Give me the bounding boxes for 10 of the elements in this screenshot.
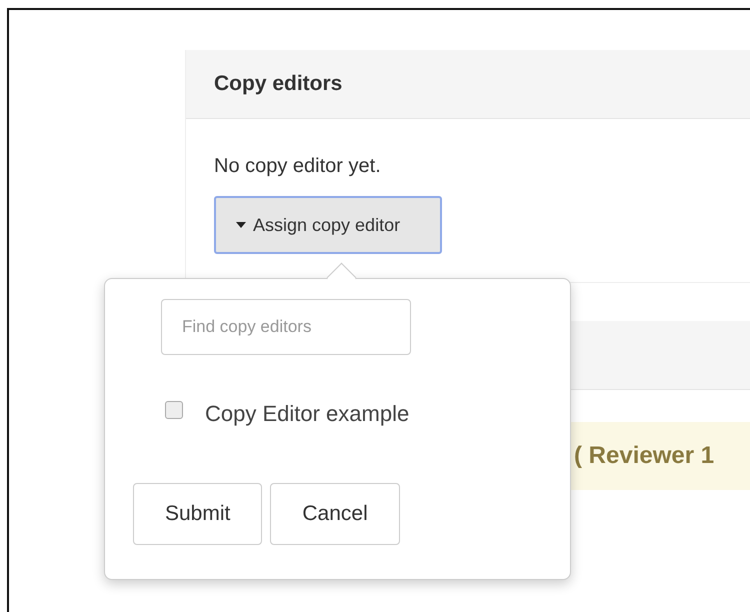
- checkbox[interactable]: [165, 401, 183, 419]
- cancel-button[interactable]: Cancel: [270, 483, 400, 545]
- caret-icon: [236, 222, 246, 228]
- submit-button[interactable]: Submit: [133, 483, 262, 545]
- option-label: Copy Editor example: [205, 401, 410, 427]
- empty-message: No copy editor yet.: [214, 155, 382, 178]
- panel-title: Copy editors: [214, 72, 342, 96]
- search-field[interactable]: Find copy editors: [161, 299, 411, 355]
- reviewer-label: ( Reviewer 1: [574, 442, 714, 470]
- assign-button[interactable]: Assign copy editor: [214, 196, 442, 254]
